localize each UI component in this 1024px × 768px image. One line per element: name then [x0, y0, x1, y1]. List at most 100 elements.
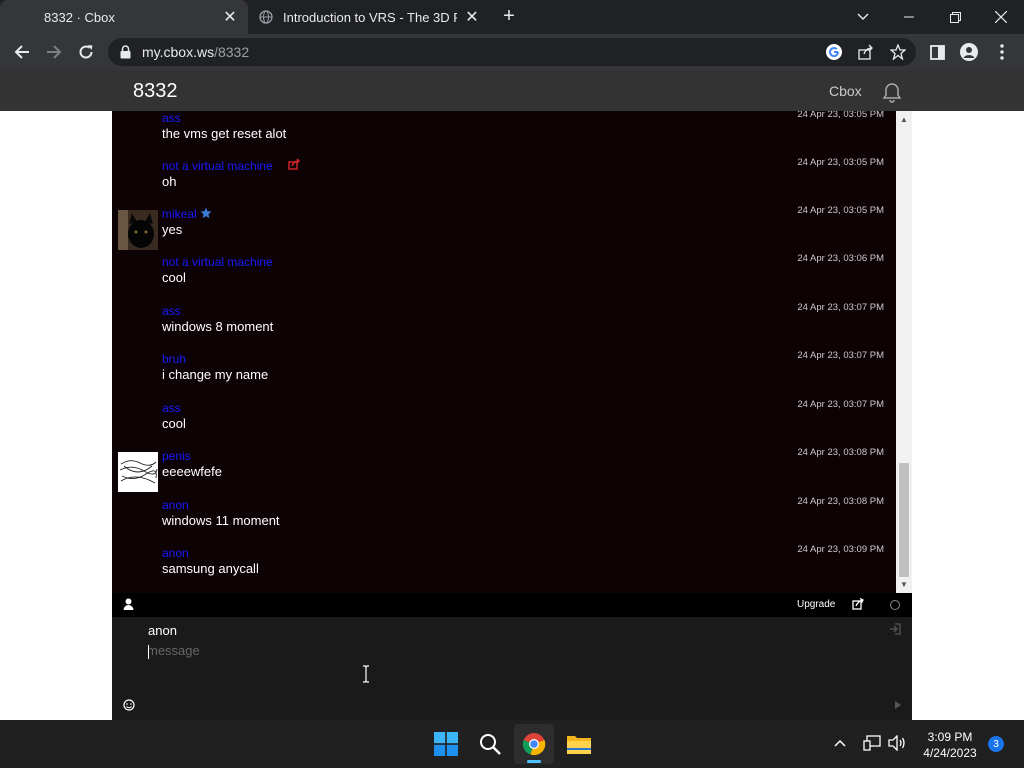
refresh-status-icon[interactable]: [890, 600, 900, 610]
side-panel-button[interactable]: [922, 37, 952, 67]
google-icon[interactable]: [825, 43, 843, 61]
clock-time: 3:09 PM: [927, 730, 973, 744]
message-timestamp: 24 Apr 23, 03:09 PM: [797, 544, 884, 555]
chat-message: ass cool 24 Apr 23, 03:07 PM: [112, 394, 896, 442]
user-icon[interactable]: [123, 598, 134, 610]
scroll-down-arrow-icon[interactable]: ▼: [900, 580, 908, 589]
message-text: oh: [162, 174, 177, 189]
message-timestamp: 24 Apr 23, 03:07 PM: [797, 399, 884, 410]
url-host: my.cbox.ws: [142, 44, 215, 60]
message-username[interactable]: mikeal: [162, 207, 197, 221]
message-text: the vms get reset alot: [162, 126, 287, 141]
name-field[interactable]: anon: [148, 623, 177, 638]
clock-date: 4/24/2023: [923, 746, 977, 760]
message-text: i change my name: [162, 367, 269, 382]
scrollbar-thumb[interactable]: [899, 463, 909, 577]
chrome-taskbar-button[interactable]: [514, 724, 554, 764]
page-title: 8332: [133, 80, 178, 102]
message-username[interactable]: penis: [162, 449, 191, 463]
close-window-button[interactable]: [978, 0, 1024, 34]
back-arrow-icon: [14, 45, 29, 59]
file-explorer-button[interactable]: [559, 724, 599, 764]
login-icon[interactable]: [889, 623, 901, 635]
popout-icon[interactable]: [852, 598, 864, 610]
send-arrow-icon[interactable]: [895, 701, 901, 709]
share-icon: [288, 158, 300, 170]
tab-vrs[interactable]: Introduction to VRS - The 3D Rac ✕: [250, 0, 490, 34]
search-icon: [480, 734, 501, 755]
search-button[interactable]: [470, 724, 510, 764]
text-caret: [148, 645, 149, 659]
avatar[interactable]: [118, 210, 158, 250]
message-timestamp: 24 Apr 23, 03:05 PM: [797, 205, 884, 216]
message-username[interactable]: ass: [162, 401, 181, 415]
bell-icon[interactable]: [880, 80, 904, 104]
message-username[interactable]: not a virtual machine: [162, 159, 273, 173]
globe-icon: [259, 10, 273, 24]
tab-cbox[interactable]: 8332 · Cbox ✕: [0, 0, 248, 34]
active-indicator: [527, 760, 541, 763]
share-icon[interactable]: [858, 44, 874, 60]
url-text: my.cbox.ws/8332: [142, 44, 249, 60]
browser-menu-button[interactable]: [987, 37, 1017, 67]
tab-title: Introduction to VRS - The 3D Rac: [283, 9, 457, 25]
reload-button[interactable]: [71, 37, 101, 67]
browser-toolbar: my.cbox.ws/8332: [0, 34, 1024, 70]
system-clock[interactable]: 3:09 PM 4/24/2023: [920, 729, 980, 761]
message-input[interactable]: [147, 643, 847, 667]
message-text: cool: [162, 270, 186, 285]
message-username[interactable]: ass: [162, 111, 181, 125]
chat-message: penis eeeewfefe 24 Apr 23, 03:08 PM: [112, 442, 896, 492]
restore-button[interactable]: [932, 0, 978, 34]
start-button[interactable]: [426, 724, 466, 764]
folder-icon: [567, 736, 591, 754]
volume-icon[interactable]: [888, 735, 906, 751]
message-timestamp: 24 Apr 23, 03:08 PM: [797, 496, 884, 507]
reload-icon: [79, 45, 93, 59]
message-text: yes: [162, 222, 183, 237]
close-tab-icon[interactable]: ✕: [220, 7, 240, 27]
page-content: 8332 Cbox ass the vms get reset alot 24 …: [0, 70, 1024, 720]
forward-button[interactable]: [39, 37, 69, 67]
message-scrollbar[interactable]: ▲ ▼: [896, 111, 912, 593]
notification-badge[interactable]: 3: [988, 736, 1004, 752]
bookmark-star-icon[interactable]: [890, 44, 906, 60]
message-text: eeeewfefe: [162, 464, 222, 479]
tab-strip: 8332 · Cbox ✕ Introduction to VRS - The …: [0, 0, 1024, 34]
windows-logo-icon: [434, 732, 458, 756]
tab-search-icon[interactable]: [840, 0, 886, 34]
lock-icon: [120, 45, 131, 59]
message-list[interactable]: ass the vms get reset alot 24 Apr 23, 03…: [112, 111, 896, 593]
message-timestamp: 24 Apr 23, 03:05 PM: [797, 157, 884, 168]
new-tab-button[interactable]: +: [498, 6, 520, 28]
chevron-up-icon[interactable]: [834, 739, 846, 747]
emoji-icon[interactable]: [123, 699, 135, 711]
site-header: 8332 Cbox: [0, 70, 1024, 111]
chat-message: mikeal yes 24 Apr 23, 03:05 PM: [112, 200, 896, 250]
network-icon[interactable]: [863, 735, 881, 751]
message-timestamp: 24 Apr 23, 03:07 PM: [797, 350, 884, 361]
forward-arrow-icon: [47, 45, 62, 59]
message-text: windows 8 moment: [162, 319, 274, 334]
message-username[interactable]: anon: [162, 546, 189, 560]
upgrade-link[interactable]: Upgrade: [797, 599, 835, 610]
message-text: samsung anycall: [162, 561, 259, 576]
message-username[interactable]: anon: [162, 498, 189, 512]
message-username[interactable]: not a virtual machine: [162, 255, 273, 269]
back-button[interactable]: [7, 37, 37, 67]
compose-area: anon: [112, 617, 912, 720]
profile-button[interactable]: [954, 37, 984, 67]
chrome-icon: [522, 733, 546, 756]
minimize-button[interactable]: [886, 0, 932, 34]
address-bar[interactable]: my.cbox.ws/8332: [108, 38, 916, 66]
tab-title: 8332 · Cbox: [44, 9, 115, 25]
message-timestamp: 24 Apr 23, 03:07 PM: [797, 302, 884, 313]
close-tab-icon[interactable]: ✕: [462, 7, 482, 27]
avatar[interactable]: [118, 452, 158, 492]
cbox-brand-link[interactable]: Cbox: [829, 83, 862, 99]
message-username[interactable]: bruh: [162, 352, 186, 366]
url-path: /8332: [214, 44, 250, 60]
message-username[interactable]: ass: [162, 304, 181, 318]
scroll-up-arrow-icon[interactable]: ▲: [900, 115, 908, 124]
kebab-menu-icon: [1000, 44, 1004, 60]
